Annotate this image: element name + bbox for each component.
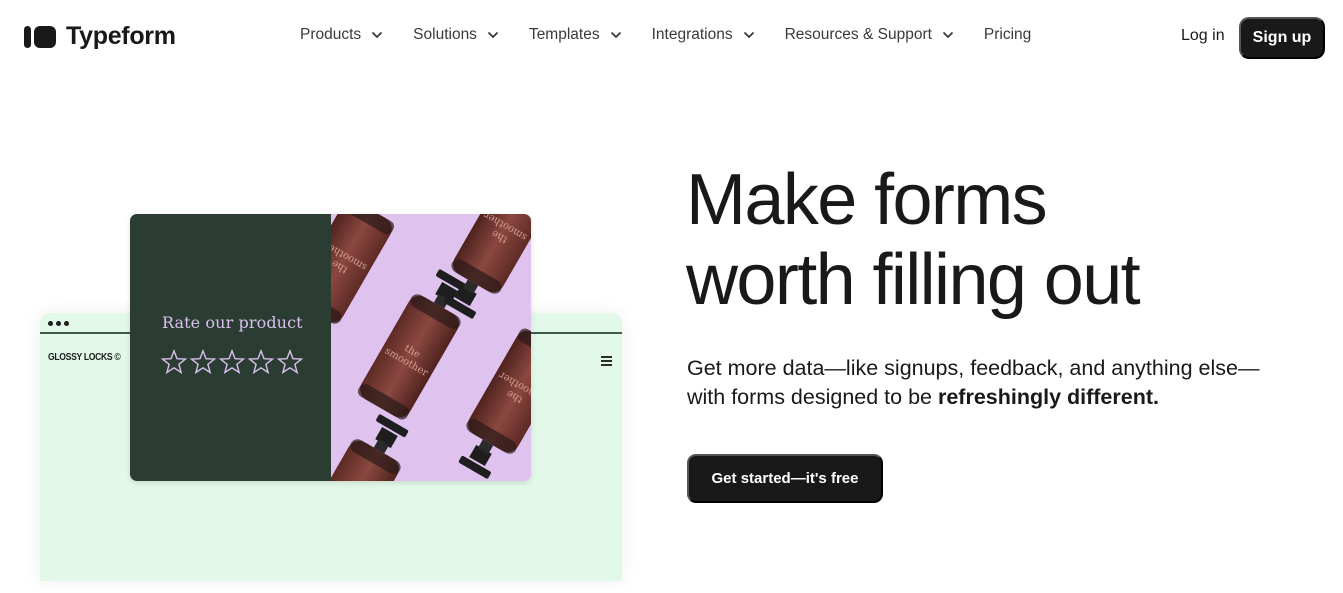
star-icon[interactable] bbox=[189, 348, 217, 376]
typeform-logo[interactable]: Typeform bbox=[24, 22, 176, 51]
rating-form-card: Rate our product the smoother bbox=[130, 214, 531, 481]
chevron-down-icon bbox=[942, 29, 954, 41]
chevron-down-icon bbox=[371, 29, 383, 41]
nav-label: Templates bbox=[528, 26, 600, 43]
nav-item-solutions[interactable]: Solutions bbox=[413, 26, 499, 44]
rating-panel: Rate our product bbox=[130, 214, 331, 481]
main-nav: Products Solutions Templates Integration… bbox=[300, 26, 1031, 44]
nav-label: Products bbox=[300, 26, 362, 43]
logo-text: Typeform bbox=[66, 22, 176, 50]
nav-item-products[interactable]: Products bbox=[300, 26, 383, 44]
hamburger-menu-icon bbox=[601, 356, 612, 368]
nav-item-templates[interactable]: Templates bbox=[529, 26, 622, 44]
brand-name: GLOSSY LOCKS © bbox=[48, 351, 121, 363]
nav-item-integrations[interactable]: Integrations bbox=[652, 26, 755, 44]
chevron-down-icon bbox=[487, 29, 499, 41]
signup-button[interactable]: Sign up bbox=[1239, 17, 1325, 59]
nav-item-pricing[interactable]: Pricing bbox=[984, 26, 1031, 44]
shampoo-bottles-illustration: the smoother bbox=[331, 214, 531, 481]
star-icon[interactable] bbox=[160, 348, 188, 376]
nav-item-resources-support[interactable]: Resources & Support bbox=[785, 26, 954, 44]
hero-subtext: Get more data—like signups, feedback, an… bbox=[687, 354, 1287, 412]
chevron-down-icon bbox=[610, 29, 622, 41]
login-link[interactable]: Log in bbox=[1181, 27, 1225, 45]
nav-label: Integrations bbox=[651, 26, 733, 43]
chevron-down-icon bbox=[743, 29, 755, 41]
nav-label: Solutions bbox=[413, 26, 477, 43]
subtext-emphasis: refreshingly different. bbox=[937, 385, 1159, 409]
hero-headline: Make forms worth filling out bbox=[686, 160, 1141, 320]
headline-line-1: Make forms bbox=[686, 160, 1048, 240]
get-started-button[interactable]: Get started—it's free bbox=[687, 454, 883, 503]
star-icon[interactable] bbox=[276, 348, 304, 376]
typeform-logo-icon bbox=[24, 25, 56, 48]
star-icon[interactable] bbox=[218, 348, 246, 376]
star-rating bbox=[160, 348, 304, 376]
rating-question: Rate our product bbox=[162, 313, 303, 332]
headline-line-2: worth filling out bbox=[686, 240, 1141, 320]
product-image: the smoother bbox=[331, 214, 531, 481]
site-header: Typeform Products Solutions Templates In… bbox=[0, 0, 1343, 74]
nav-label: Resources & Support bbox=[784, 26, 932, 43]
window-dots-icon bbox=[48, 321, 69, 326]
nav-label: Pricing bbox=[983, 26, 1032, 43]
star-icon[interactable] bbox=[247, 348, 275, 376]
